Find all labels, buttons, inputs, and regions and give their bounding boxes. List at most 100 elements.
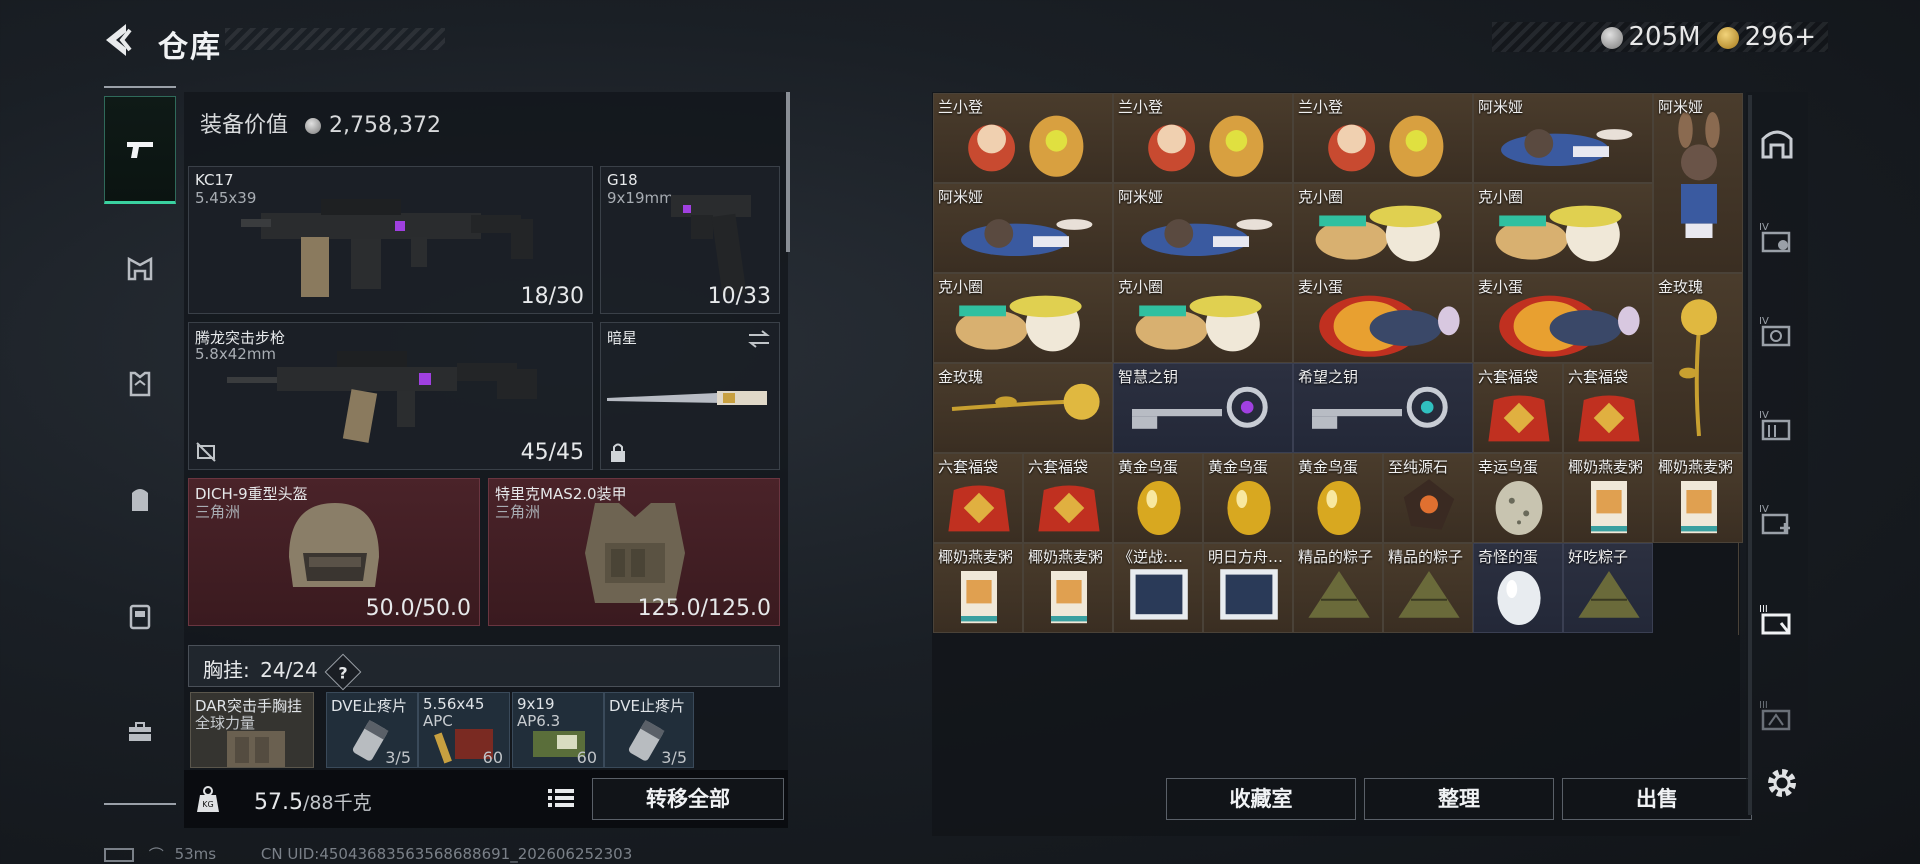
weight-icon: KG — [197, 786, 219, 812]
storage-item[interactable]: 兰小登 — [1113, 93, 1293, 183]
item-label: 阿米娅 — [1118, 188, 1164, 206]
storage-item[interactable]: 阿米娅 — [1473, 93, 1653, 183]
swap-icon[interactable] — [747, 329, 771, 349]
storage-tab-2[interactable]: IV — [1752, 306, 1802, 356]
storage-item[interactable]: 兰小登 — [933, 93, 1113, 183]
equipment-value-number: 2,758,372 — [329, 113, 441, 138]
title-stripe — [225, 28, 445, 50]
storage-item[interactable]: 阿米娅 — [1653, 93, 1743, 273]
storage-item[interactable]: 《逆战:… — [1113, 543, 1203, 633]
storage-item[interactable]: 六套福袋 — [933, 453, 1023, 543]
ping: 53ms — [174, 845, 217, 863]
item-label: 克小圈 — [1118, 278, 1164, 296]
storage-tab-4[interactable]: IV — [1752, 494, 1802, 544]
item-label: 好吃粽子 — [1568, 548, 1629, 566]
pistol-slot[interactable]: G18 9x19mm 10/33 — [600, 166, 780, 314]
collection-button[interactable]: 收藏室 — [1166, 778, 1356, 820]
help-icon[interactable]: ? — [324, 653, 362, 690]
storage-item[interactable]: 至纯源石 — [1383, 453, 1473, 543]
storage-item[interactable]: 克小圈 — [933, 273, 1113, 363]
armor-slot[interactable]: 特里克MAS2.0装甲 三角洲 125.0/125.0 — [488, 478, 780, 626]
rail-backpack[interactable] — [104, 464, 176, 536]
transfer-all-button[interactable]: 转移全部 — [592, 778, 784, 820]
sell-button[interactable]: 出售 — [1562, 778, 1752, 820]
storage-item[interactable]: 金玫瑰 — [1653, 273, 1743, 453]
storage-item[interactable]: 六套福袋 — [1473, 363, 1563, 453]
storage-tab-3[interactable]: IV — [1752, 400, 1802, 450]
storage-item[interactable]: 希望之钥 — [1293, 363, 1473, 453]
backpack-icon — [132, 489, 148, 511]
item-label: 兰小登 — [1298, 98, 1344, 116]
secondary-weapon-slot[interactable]: 腾龙突击步枪 5.8x42mm 45/45 — [188, 322, 593, 470]
rail-weapons[interactable] — [104, 96, 176, 204]
storage-item[interactable]: 克小圈 — [1113, 273, 1293, 363]
storage-item[interactable]: 六套福袋 — [1563, 363, 1653, 453]
weapon-name: G18 — [607, 171, 638, 189]
rail-armor[interactable] — [104, 348, 176, 420]
storage-item[interactable]: 奇怪的蛋 — [1473, 543, 1563, 633]
helmet-slot[interactable]: DICH-9重型头盔 三角洲 50.0/50.0 — [188, 478, 480, 626]
storage-item[interactable]: 精品的粽子 — [1383, 543, 1473, 633]
silver-currency-value: 205M — [1628, 22, 1701, 52]
storage-tab-1[interactable]: IV — [1752, 212, 1802, 262]
equipment-value: 装备价值 2,758,372 — [200, 107, 441, 139]
rail-toolbox[interactable] — [104, 696, 176, 768]
chest-item[interactable]: DVE止疼片 3/5 — [326, 692, 418, 768]
scrollbar[interactable] — [786, 92, 790, 252]
rail-case[interactable] — [104, 580, 176, 652]
storage-item[interactable]: 克小圈 — [1473, 183, 1653, 273]
item-name: 9x19 — [517, 695, 555, 713]
storage-item[interactable]: 麦小蛋 — [1473, 273, 1653, 363]
storage-item[interactable]: 黄金鸟蛋 — [1203, 453, 1293, 543]
status-bar: ⌒ 53ms CN UID:45043683563568688691_20260… — [104, 844, 632, 864]
storage-item[interactable]: 阿米娅 — [933, 183, 1113, 273]
gold-currency[interactable]: 296+ — [1716, 22, 1816, 52]
chest-item[interactable]: 9x19 AP6.3 60 — [512, 692, 604, 768]
item-name: DVE止疼片 — [609, 697, 686, 715]
gear-icon[interactable] — [1762, 763, 1802, 803]
storage-grid: 兰小登 兰小登 兰小登 阿米娅 阿米娅 阿米娅 阿米娅 克小圈 克小圈 克小圈 克小圈 麦小蛋 麦小蛋金… — [933, 93, 1743, 635]
storage-tab-6[interactable]: III — [1752, 690, 1802, 740]
item-label: 麦小蛋 — [1478, 278, 1524, 296]
storage-item[interactable]: 金玫瑰 — [933, 363, 1113, 453]
storage-item[interactable]: 椰奶燕麦粥 — [933, 543, 1023, 633]
item-label: 椰奶燕麦粥 — [1568, 458, 1644, 476]
storage-tab-5-active[interactable]: III — [1752, 594, 1802, 644]
storage-item[interactable]: 椰奶燕麦粥 — [1023, 543, 1113, 633]
item-label: 克小圈 — [938, 278, 984, 296]
storage-item[interactable]: 椰奶燕麦粥 — [1563, 453, 1653, 543]
storage-item[interactable]: 明日方舟… — [1203, 543, 1293, 633]
storage-item[interactable]: 黄金鸟蛋 — [1293, 453, 1383, 543]
back-arrow-icon[interactable] — [100, 20, 140, 60]
storage-item[interactable]: 黄金鸟蛋 — [1113, 453, 1203, 543]
svg-text:IV: IV — [1759, 410, 1769, 421]
melee-slot[interactable]: 暗星 — [600, 322, 780, 470]
chest-item[interactable]: 5.56x45 APC 60 — [418, 692, 510, 768]
item-count: 60 — [576, 748, 597, 767]
storage-tier-iii-icon: III — [1759, 604, 1791, 635]
rose-tall-icon — [1679, 299, 1717, 437]
weapon-ammo-count: 45/45 — [520, 440, 584, 465]
item-name: 5.56x45 — [423, 695, 485, 713]
chest-item[interactable]: DVE止疼片 3/5 — [604, 692, 694, 768]
rail-helmet[interactable] — [104, 234, 176, 306]
storage-item[interactable]: 精品的粽子 — [1293, 543, 1383, 633]
storage-item[interactable]: 麦小蛋 — [1293, 273, 1473, 363]
storage-tier-iv-icon: IV — [1759, 316, 1791, 347]
storage-item[interactable]: 阿米娅 — [1113, 183, 1293, 273]
list-view-button[interactable] — [544, 782, 578, 814]
chest-rig-label: 胸挂: — [203, 658, 250, 682]
storage-item[interactable]: 椰奶燕麦粥 — [1653, 453, 1743, 543]
rail-divider — [104, 803, 176, 805]
primary-weapon-slot[interactable]: KC17 5.45x39 18/30 — [188, 166, 593, 314]
silver-coin-icon — [1600, 26, 1623, 49]
sort-button[interactable]: 整理 — [1364, 778, 1554, 820]
storage-tab-0[interactable] — [1752, 118, 1802, 168]
storage-item[interactable]: 幸运鸟蛋 — [1473, 453, 1563, 543]
chest-rig-item[interactable]: DAR突击手胸挂 全球力量 — [190, 692, 314, 768]
storage-item[interactable]: 智慧之钥 — [1113, 363, 1293, 453]
storage-item[interactable]: 兰小登 — [1293, 93, 1473, 183]
storage-item[interactable]: 六套福袋 — [1023, 453, 1113, 543]
storage-item[interactable]: 好吃粽子 — [1563, 543, 1653, 633]
storage-item[interactable]: 克小圈 — [1293, 183, 1473, 273]
